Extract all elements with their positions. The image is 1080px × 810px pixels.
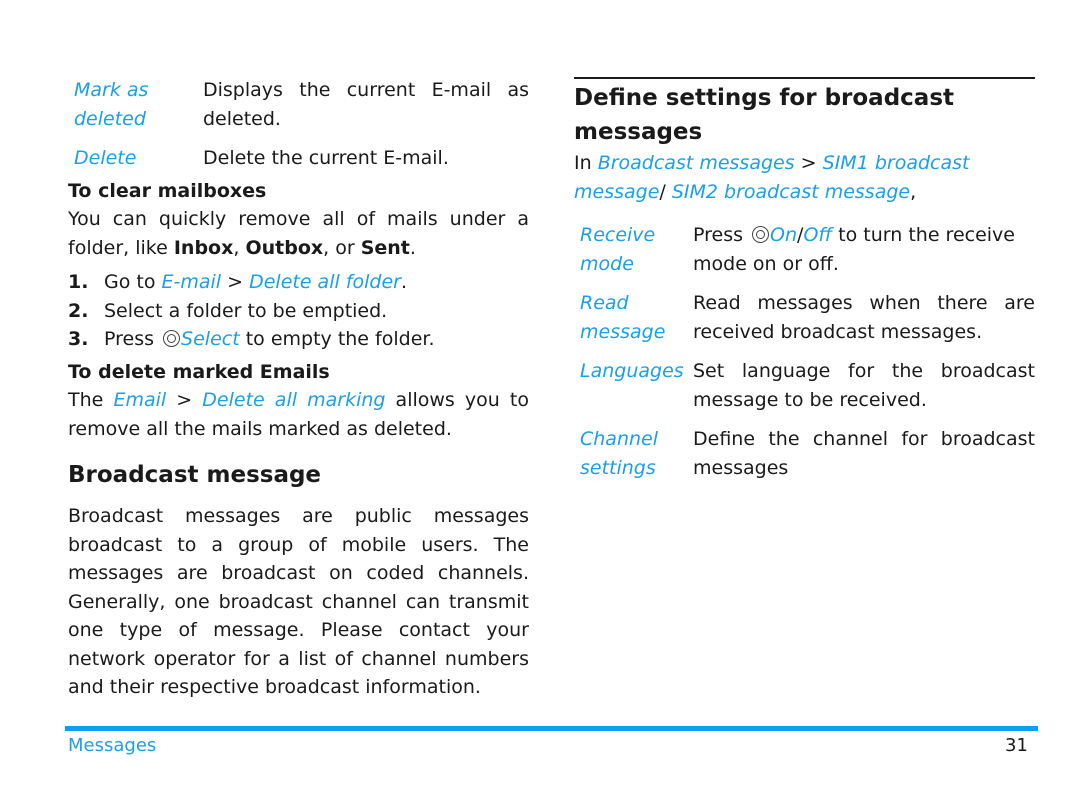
step-text: Press Select to empty the folder.: [104, 325, 435, 354]
step-number: 1.: [68, 271, 89, 293]
footer-section-title: Messages: [68, 735, 157, 756]
step-text: Go to E-mail > Delete all folder.: [104, 268, 407, 297]
option-desc: Press On/Off to turn the receive mode on…: [693, 221, 1035, 278]
text: Press: [693, 224, 750, 246]
menu-path-delete-all-folder: Delete all folder: [249, 271, 401, 293]
folder-sent: Sent: [360, 236, 410, 259]
menu-path-email: Email: [113, 389, 167, 411]
navigation-key-icon: [163, 330, 181, 347]
option-term: Delete: [74, 147, 137, 169]
option-desc: Define the channel for broadcast message…: [693, 428, 1035, 479]
text: >: [221, 271, 250, 293]
text: to empty the folder.: [239, 328, 435, 350]
broadcast-body: Broadcast messages are public messages b…: [68, 505, 529, 698]
option-term: Receive mode: [580, 224, 656, 275]
option-term: Mark as deleted: [74, 79, 149, 130]
right-column: Define settings for broadcast messages I…: [574, 76, 1035, 482]
text: In: [574, 152, 598, 174]
option-row-languages: Languages Set language for the broadcast…: [574, 357, 1035, 414]
text: .: [409, 236, 416, 259]
softkey-select: Select: [181, 328, 240, 350]
navigation-key-icon: [752, 226, 770, 243]
page-number: 31: [1005, 735, 1028, 756]
text: ,: [910, 180, 917, 203]
text: , or: [323, 236, 361, 259]
step-item: 2. Select a folder to be emptied.: [68, 297, 529, 326]
text: Go to: [104, 271, 162, 293]
option-term: Read message: [580, 292, 666, 343]
softkey-off: Off: [803, 224, 833, 246]
option-term: Channel settings: [580, 428, 659, 479]
step-item: 3. Press Select to empty the folder.: [68, 325, 529, 354]
option-row-delete: Delete Delete the current E-mail.: [68, 144, 529, 173]
text: >: [166, 389, 203, 411]
option-row-read-message: Read message Read messages when there ar…: [574, 289, 1035, 346]
text: ,: [233, 236, 246, 259]
heading-define-settings: Define settings for broadcast messages: [574, 85, 955, 145]
folder-outbox: Outbox: [245, 236, 324, 259]
option-desc: Delete the current E-mail.: [203, 147, 449, 169]
menu-path-broadcast-messages: Broadcast messages: [597, 152, 795, 174]
step-text: Select a folder to be emptied.: [104, 299, 388, 322]
text: Press: [104, 328, 161, 350]
step-number: 3.: [68, 328, 89, 350]
menu-path-intro: In Broadcast messages > SIM1 broadcast m…: [574, 149, 1035, 206]
folder-inbox: Inbox: [173, 236, 234, 259]
menu-path-email: E-mail: [161, 271, 222, 293]
text: >: [794, 152, 823, 174]
option-row-channel-settings: Channel settings Define the channel for …: [574, 425, 1035, 482]
step-item: 1. Go to E-mail > Delete all folder.: [68, 268, 529, 297]
menu-path-sim2: SIM2 broadcast message: [671, 180, 911, 203]
steps-list: 1. Go to E-mail > Delete all folder. 2. …: [68, 268, 529, 354]
delete-marked-text: The Email > Delete all marking allows yo…: [68, 386, 529, 443]
left-column: Mark as deleted Displays the current E-m…: [68, 76, 529, 702]
text: The: [68, 389, 114, 411]
menu-path-delete-all-marking: Delete all marking: [202, 389, 386, 411]
option-desc: Set language for the broadcast message t…: [693, 360, 1035, 411]
clear-mailboxes-intro: You can quickly remove all of mails unde…: [68, 205, 529, 262]
option-desc: Displays the current E-mail as deleted.: [203, 79, 529, 130]
step-number: 2.: [68, 299, 89, 322]
heading-broadcast-message: Broadcast message: [68, 462, 322, 488]
option-desc: Read messages when there are received br…: [693, 292, 1035, 343]
softkey-on: On: [770, 224, 798, 246]
text: .: [400, 271, 408, 293]
subheading-clear-mailboxes: To clear mailboxes: [68, 179, 267, 202]
subheading-delete-marked: To delete marked Emails: [68, 360, 330, 383]
option-term: Languages: [580, 360, 684, 382]
text: /: [659, 180, 672, 203]
option-row-mark-as-deleted: Mark as deleted Displays the current E-m…: [68, 76, 529, 133]
option-row-receive-mode: Receive mode Press On/Off to turn the re…: [574, 221, 1035, 278]
footer-accent-bar: [65, 726, 1038, 731]
